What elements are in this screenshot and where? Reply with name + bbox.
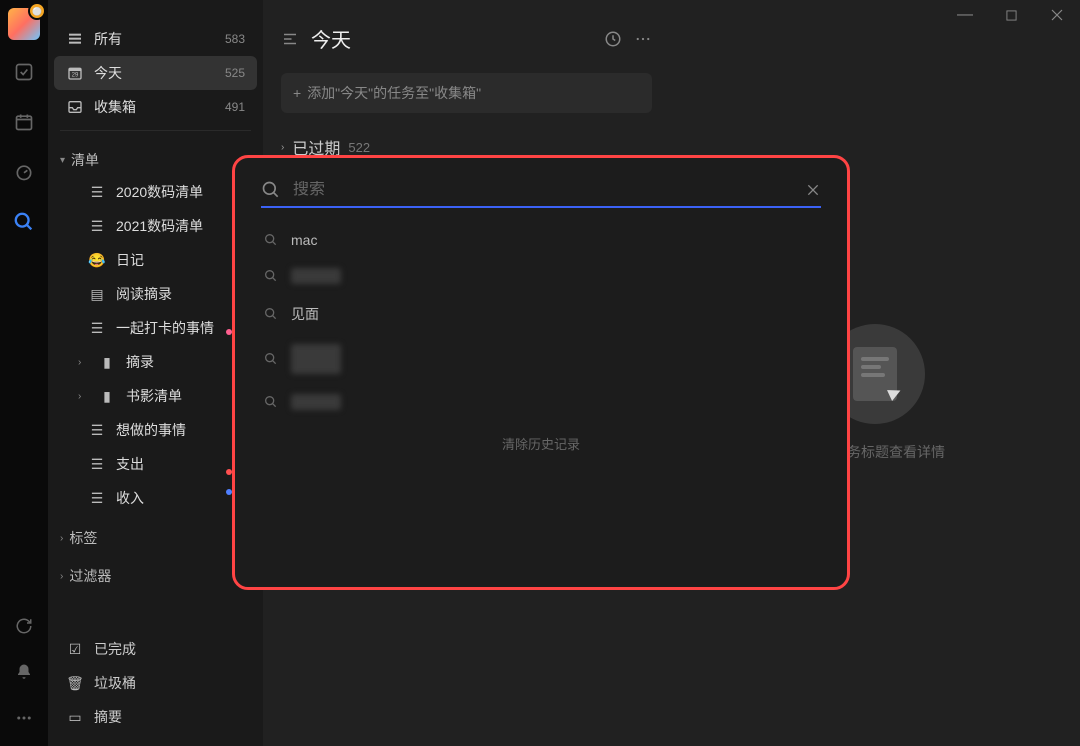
sidebar-list-excerpts[interactable]: ›▮摘录 [54,345,257,379]
history-icon[interactable] [604,30,622,48]
add-task-input[interactable]: + 添加"今天"的任务至"收集箱" [281,73,652,113]
svg-text:29: 29 [72,72,79,78]
inbox-icon [66,99,84,115]
search-icon[interactable] [6,204,42,240]
blurred-text [291,268,341,284]
sidebar-item-today[interactable]: 29 今天 525 [54,56,257,90]
search-icon [263,394,279,410]
folder-icon: ▮ [98,388,116,405]
sidebar-header-label: 标签 [69,528,97,548]
close-button[interactable] [1034,0,1080,30]
chevron-down-icon: ▾ [60,155,65,166]
summary-icon: ▭ [66,709,84,726]
search-icon [263,351,279,367]
chevron-right-icon: › [60,533,63,544]
clear-history-button[interactable]: 清除历史记录 [261,434,821,453]
blurred-text [291,344,341,374]
list-icon: ☰ [88,456,106,473]
check-icon: ☑ [66,641,84,658]
notification-icon[interactable] [6,654,42,690]
trash-icon: 🗑 [66,675,84,692]
sidebar-tags-header[interactable]: › 标签 [48,523,263,553]
sidebar-trash[interactable]: 🗑垃圾桶 [54,666,257,700]
chevron-right-icon: › [78,357,88,368]
chevron-right-icon: › [60,571,63,582]
chevron-right-icon: › [281,142,284,153]
search-history-item[interactable] [261,384,821,420]
sidebar-filters-header[interactable]: › 过滤器 [48,561,263,591]
all-icon [66,31,84,47]
plus-icon: + [293,85,301,101]
sidebar: 所有 583 29 今天 525 收集箱 491 ▾ 清单 ☰2020数码清单 … [48,0,263,746]
sidebar-item-count: 491 [225,100,245,114]
sidebar-list-media[interactable]: ›▮书影清单 [54,379,257,413]
list-icon: ☰ [88,218,106,235]
sidebar-header-label: 过滤器 [69,566,111,586]
sidebar-list-habits[interactable]: ☰一起打卡的事情 [54,311,257,345]
more-icon[interactable] [634,30,652,48]
sidebar-item-count: 583 [225,32,245,46]
sidebar-list-wishes[interactable]: ☰想做的事情 [54,413,257,447]
search-modal: mac 见面 清除历史记录 [232,155,850,590]
sidebar-list-reading[interactable]: ▤阅读摘录 [54,277,257,311]
sidebar-list-expense[interactable]: ☰支出 [54,447,257,481]
sidebar-item-label: 所有 [94,29,122,49]
folder-icon: ▮ [98,354,116,371]
search-icon [261,180,281,200]
sidebar-item-inbox[interactable]: 收集箱 491 [54,90,257,124]
search-icon [263,268,279,284]
chevron-right-icon: › [78,391,88,402]
search-history-item[interactable] [261,334,821,384]
sidebar-list-2020[interactable]: ☰2020数码清单 [54,175,257,209]
sidebar-item-label: 收集箱 [94,97,136,117]
search-icon [263,232,279,248]
sidebar-list-2021[interactable]: ☰2021数码清单 [54,209,257,243]
sidebar-item-all[interactable]: 所有 583 [54,22,257,56]
sync-icon[interactable] [6,608,42,644]
avatar[interactable]: ⚪ [8,8,40,40]
list-icon: ☰ [88,490,106,507]
page-title: 今天 [311,24,351,53]
sidebar-header-label: 清单 [71,150,99,170]
activity-rail: ⚪ [0,0,48,746]
add-task-placeholder: 添加"今天"的任务至"收集箱" [307,83,481,103]
search-history-item[interactable]: mac [261,222,821,258]
avatar-notification-badge: ⚪ [28,2,46,20]
sidebar-list-diary[interactable]: 😂日记 [54,243,257,277]
sidebar-list-income[interactable]: ☰收入 [54,481,257,515]
search-history-item[interactable] [261,258,821,294]
search-history-item[interactable]: 见面 [261,294,821,334]
sidebar-lists-header[interactable]: ▾ 清单 [48,145,263,175]
today-icon: 29 [66,65,84,81]
sidebar-summary[interactable]: ▭摘要 [54,700,257,734]
search-input[interactable] [293,181,793,199]
sidebar-item-label: 今天 [94,63,122,83]
blurred-text [291,394,341,410]
calendar-icon[interactable] [6,104,42,140]
maximize-button[interactable] [988,0,1034,30]
minimize-button[interactable]: — [942,0,988,30]
list-icon: ☰ [88,422,106,439]
sidebar-completed[interactable]: ☑已完成 [54,632,257,666]
sidebar-item-count: 525 [225,66,245,80]
pomo-icon[interactable] [6,154,42,190]
more-icon[interactable] [6,700,42,736]
note-icon: ▤ [88,286,106,303]
window-titlebar: — [942,0,1080,30]
tasks-icon[interactable] [6,54,42,90]
emoji-icon: 😂 [88,252,106,269]
list-icon: ☰ [88,184,106,201]
close-icon[interactable] [805,182,821,198]
list-menu-icon[interactable] [281,30,299,48]
search-icon [263,306,279,322]
list-icon: ☰ [88,320,106,337]
